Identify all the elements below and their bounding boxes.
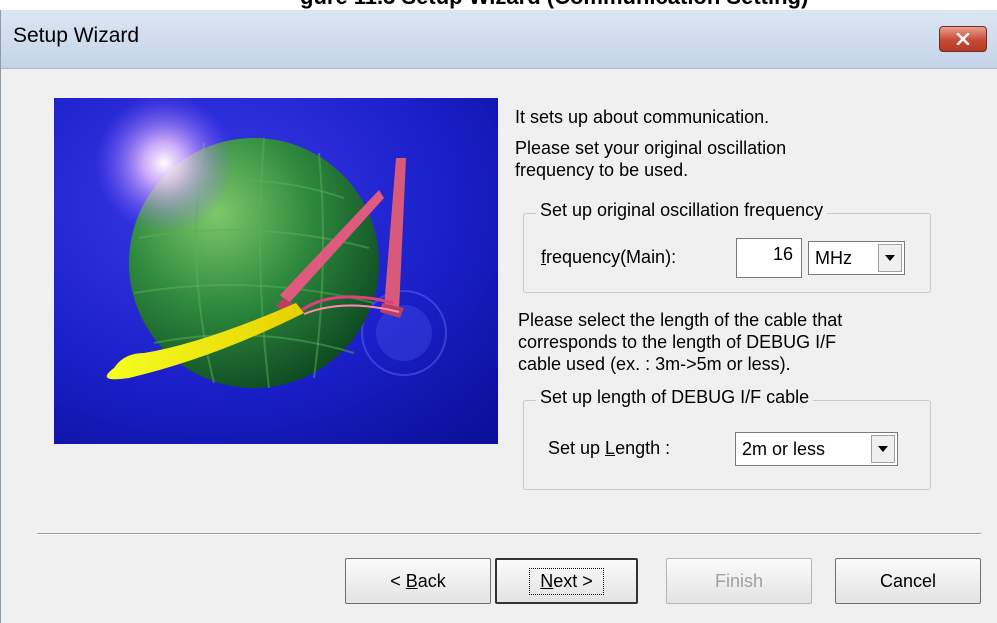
- cable-length-dropdown-button[interactable]: [871, 435, 895, 463]
- close-icon: [956, 33, 970, 45]
- frequency-label-text: requency(Main):: [546, 247, 677, 267]
- debug-cable-legend: Set up length of DEBUG I/F cable: [536, 387, 814, 408]
- frequency-unit-select[interactable]: MHz: [808, 241, 905, 275]
- cable-length-value: 2m or less: [742, 439, 826, 459]
- cable-text-line-1: Please select the length of the cable th…: [518, 310, 843, 330]
- next-button[interactable]: Next >: [495, 558, 638, 604]
- intro-line-1: It sets up about communication.: [515, 107, 770, 127]
- back-button[interactable]: < Back: [345, 558, 491, 604]
- chevron-down-icon: [885, 255, 895, 261]
- back-button-prefix: <: [390, 570, 406, 591]
- window-title: Setup Wizard: [13, 24, 140, 47]
- cable-text-line-3: cable used (ex. : 3m->5m or less).: [518, 354, 791, 374]
- page-caption: gure 11.3 Setup Wizard (Communication Se…: [0, 0, 997, 10]
- intro-line-2: Please set your original oscillation: [515, 138, 787, 158]
- cable-length-label: Set up Length :: [548, 438, 670, 459]
- back-button-mnemonic: B: [405, 570, 418, 591]
- back-button-label: ack: [417, 570, 446, 591]
- page-caption-text: gure 11.3 Setup Wizard (Communication Se…: [300, 0, 808, 10]
- setup-wizard-window: Setup Wizard It sets up about communicat…: [0, 10, 997, 623]
- next-button-focus: Next >: [529, 567, 604, 595]
- title-bar[interactable]: Setup Wizard: [1, 10, 997, 69]
- cable-length-label-rest: ength :: [615, 438, 671, 458]
- cable-text-line-2: corresponds to the length of DEBUG I/F: [518, 332, 837, 352]
- chevron-down-icon: [878, 446, 888, 452]
- button-separator: [37, 533, 981, 535]
- frequency-main-label: frequency(Main):: [541, 247, 676, 268]
- frequency-unit-dropdown-button[interactable]: [878, 244, 902, 272]
- next-button-mnemonic: N: [540, 570, 554, 591]
- cable-length-label-pre: Set up: [548, 438, 606, 458]
- wizard-banner-image: [54, 98, 498, 444]
- cable-length-select[interactable]: 2m or less: [735, 432, 898, 466]
- frequency-unit-value: MHz: [815, 248, 852, 268]
- finish-button-label: Finish: [714, 570, 763, 591]
- cancel-button-label: Cancel: [879, 570, 937, 591]
- finish-button[interactable]: Finish: [666, 558, 812, 604]
- cancel-button[interactable]: Cancel: [835, 558, 981, 604]
- cable-length-mnemonic: L: [605, 438, 616, 458]
- frequency-input[interactable]: 16: [736, 238, 802, 278]
- intro-line-3: frequency to be used.: [515, 160, 689, 180]
- next-button-label: ext >: [553, 570, 593, 591]
- close-button[interactable]: [939, 26, 987, 52]
- oscillation-frequency-legend: Set up original oscillation frequency: [536, 200, 828, 221]
